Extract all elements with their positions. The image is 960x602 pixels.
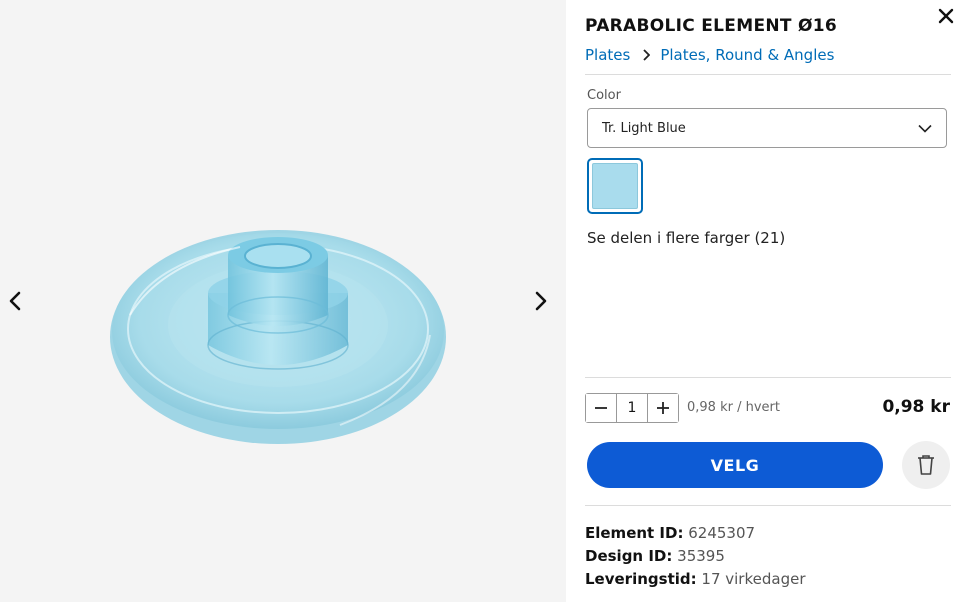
divider <box>585 377 951 378</box>
chevron-down-icon <box>918 124 932 133</box>
product-details-panel: PARABOLIC ELEMENT Ø16 Plates Plates, Rou… <box>566 0 960 602</box>
next-image-button[interactable] <box>526 286 556 316</box>
design-id-value: 35395 <box>677 547 725 565</box>
minus-icon <box>595 407 607 409</box>
close-icon <box>938 8 954 24</box>
close-button[interactable] <box>934 4 958 28</box>
chevron-right-icon <box>535 291 547 311</box>
trash-icon <box>918 455 934 475</box>
increase-quantity-button[interactable] <box>648 394 678 422</box>
color-swatch-selected[interactable] <box>587 158 643 214</box>
previous-image-button[interactable] <box>0 286 30 316</box>
delivery-time-value: 17 virkedager <box>701 570 806 588</box>
color-swatch-fill <box>592 163 638 209</box>
design-id-row: Design ID: 35395 <box>585 547 725 565</box>
total-price: 0,98 kr <box>882 397 950 417</box>
divider <box>585 74 951 75</box>
breadcrumb-separator-icon <box>642 49 651 61</box>
decrease-quantity-button[interactable] <box>586 394 616 422</box>
product-title: PARABOLIC ELEMENT Ø16 <box>585 16 838 36</box>
element-id-value: 6245307 <box>688 524 756 542</box>
delivery-time-label: Leveringstid: <box>585 570 697 588</box>
quantity-value[interactable]: 1 <box>616 394 648 422</box>
breadcrumb-category-link[interactable]: Plates <box>585 46 630 64</box>
element-id-label: Element ID: <box>585 524 684 542</box>
chevron-left-icon <box>9 291 21 311</box>
product-image <box>110 230 446 444</box>
element-id-row: Element ID: 6245307 <box>585 524 755 542</box>
delivery-time-row: Leveringstid: 17 virkedager <box>585 570 805 588</box>
delete-button[interactable] <box>902 441 950 489</box>
unit-price: 0,98 kr / hvert <box>687 400 780 415</box>
design-id-label: Design ID: <box>585 547 673 565</box>
color-label: Color <box>587 88 621 103</box>
divider <box>585 505 951 506</box>
color-select[interactable]: Tr. Light Blue <box>587 108 947 148</box>
image-viewer <box>0 0 566 602</box>
quantity-stepper: 1 <box>585 393 679 423</box>
breadcrumb-subcategory-link[interactable]: Plates, Round & Angles <box>660 46 834 64</box>
more-colors-link[interactable]: Se delen i flere farger (21) <box>587 229 785 247</box>
color-select-value: Tr. Light Blue <box>602 120 686 136</box>
select-button[interactable]: VELG <box>587 442 883 488</box>
plus-icon <box>657 402 669 414</box>
breadcrumb: Plates Plates, Round & Angles <box>585 46 834 64</box>
